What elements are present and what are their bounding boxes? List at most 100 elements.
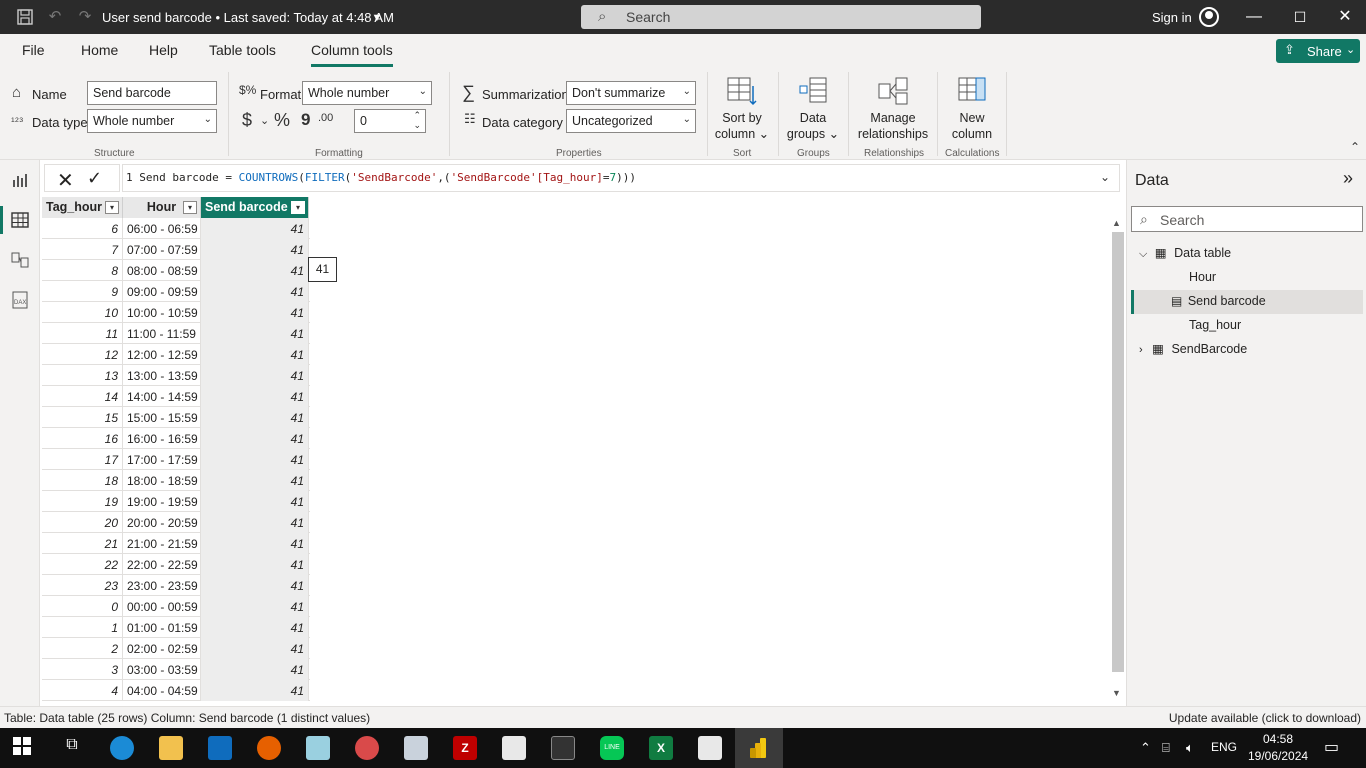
cell-tag-hour[interactable]: 8: [42, 260, 123, 281]
cell-hour[interactable]: 01:00 - 01:59: [123, 617, 201, 638]
cell-hour[interactable]: 17:00 - 17:59: [123, 449, 201, 470]
scroll-down-icon[interactable]: ▼: [1112, 688, 1121, 698]
cell-hour[interactable]: 06:00 - 06:59: [123, 218, 201, 239]
cell-hour[interactable]: 12:00 - 12:59: [123, 344, 201, 365]
cell-hour[interactable]: 09:00 - 09:59: [123, 281, 201, 302]
cell-send-barcode[interactable]: 41: [201, 218, 309, 239]
cell-send-barcode[interactable]: 41: [201, 533, 309, 554]
data-type-select[interactable]: Whole number ⌄: [87, 109, 217, 133]
cell-hour[interactable]: 07:00 - 07:59: [123, 239, 201, 260]
table-row[interactable]: 6 06:00 - 06:59 41: [42, 218, 310, 239]
cell-tag-hour[interactable]: 20: [42, 512, 123, 533]
maximize-icon[interactable]: ☐: [1290, 7, 1310, 27]
power-bi-icon[interactable]: [747, 736, 771, 760]
table-row[interactable]: 21 21:00 - 21:59 41: [42, 533, 310, 554]
table-row[interactable]: 23 23:00 - 23:59 41: [42, 575, 310, 596]
excel-icon[interactable]: X: [649, 736, 673, 760]
cell-hour[interactable]: 11:00 - 11:59: [123, 323, 201, 344]
decimals-stepper[interactable]: 0 ⌃ ⌄: [354, 109, 426, 133]
chevron-right-icon[interactable]: ›: [1139, 344, 1143, 356]
filter-dropdown-icon[interactable]: ▾: [105, 201, 119, 214]
cell-tag-hour[interactable]: 7: [42, 239, 123, 260]
table-row[interactable]: 20 20:00 - 20:59 41: [42, 512, 310, 533]
chevron-down-icon[interactable]: ⌵: [1139, 248, 1147, 260]
cell-hour[interactable]: 13:00 - 13:59: [123, 365, 201, 386]
cell-tag-hour[interactable]: 22: [42, 554, 123, 575]
cell-send-barcode[interactable]: 41: [201, 428, 309, 449]
cell-tag-hour[interactable]: 10: [42, 302, 123, 323]
cell-tag-hour[interactable]: 6: [42, 218, 123, 239]
table-view-icon[interactable]: [10, 210, 30, 230]
table-row[interactable]: 17 17:00 - 17:59 41: [42, 449, 310, 470]
comma-style-button[interactable]: 9: [301, 110, 310, 130]
cell-hour[interactable]: 08:00 - 08:59: [123, 260, 201, 281]
cell-hour[interactable]: 22:00 - 22:59: [123, 554, 201, 575]
app-icon[interactable]: [306, 736, 330, 760]
table-row[interactable]: 13 13:00 - 13:59 41: [42, 365, 310, 386]
table-row[interactable]: 11 11:00 - 11:59 41: [42, 323, 310, 344]
cell-send-barcode[interactable]: 41: [201, 239, 309, 260]
file-explorer-icon[interactable]: [159, 736, 183, 760]
vertical-scrollbar[interactable]: ▲ ▼: [1110, 218, 1126, 704]
column-header-send-barcode[interactable]: Send barcode ▾: [201, 197, 309, 218]
cell-hour[interactable]: 16:00 - 16:59: [123, 428, 201, 449]
cell-tag-hour[interactable]: 15: [42, 407, 123, 428]
cell-tag-hour[interactable]: 11: [42, 323, 123, 344]
expand-formula-icon[interactable]: ⌄: [1100, 170, 1110, 184]
cell-send-barcode[interactable]: 41: [201, 302, 309, 323]
table-row[interactable]: 4 04:00 - 04:59 41: [42, 680, 310, 701]
show-hidden-icons-icon[interactable]: ⌃: [1140, 740, 1151, 756]
cancel-formula-icon[interactable]: ✕: [57, 168, 74, 193]
cell-tag-hour[interactable]: 21: [42, 533, 123, 554]
window-title[interactable]: User send barcode • Last saved: Today at…: [102, 10, 394, 25]
close-icon[interactable]: ✕: [1335, 7, 1355, 27]
cell-hour[interactable]: 02:00 - 02:59: [123, 638, 201, 659]
table-row[interactable]: 3 03:00 - 03:59 41: [42, 659, 310, 680]
cell-tag-hour[interactable]: 19: [42, 491, 123, 512]
cell-send-barcode[interactable]: 41: [201, 407, 309, 428]
redo-icon[interactable]: ↷: [76, 8, 94, 26]
cell-tag-hour[interactable]: 17: [42, 449, 123, 470]
update-available-link[interactable]: Update available (click to download): [1169, 711, 1361, 725]
language-indicator[interactable]: ENG: [1211, 740, 1237, 754]
cell-tag-hour[interactable]: 18: [42, 470, 123, 491]
new-column-button[interactable]: New column: [942, 76, 1002, 142]
cell-tag-hour[interactable]: 13: [42, 365, 123, 386]
cell-send-barcode[interactable]: 41: [201, 512, 309, 533]
cell-send-barcode[interactable]: 41: [201, 260, 309, 281]
cell-tag-hour[interactable]: 0: [42, 596, 123, 617]
table-row[interactable]: 1 01:00 - 01:59 41: [42, 617, 310, 638]
table-row[interactable]: 9 09:00 - 09:59 41: [42, 281, 310, 302]
cell-hour[interactable]: 21:00 - 21:59: [123, 533, 201, 554]
clock[interactable]: 04:58 19/06/2024: [1248, 731, 1308, 765]
tree-field-send-barcode[interactable]: ▤ Send barcode: [1171, 289, 1266, 313]
tab-table-tools[interactable]: Table tools: [209, 42, 276, 58]
name-field[interactable]: Send barcode: [87, 81, 217, 105]
cell-tag-hour[interactable]: 2: [42, 638, 123, 659]
commit-formula-icon[interactable]: ✓: [87, 168, 102, 189]
table-row[interactable]: 19 19:00 - 19:59 41: [42, 491, 310, 512]
cell-tag-hour[interactable]: 3: [42, 659, 123, 680]
filter-dropdown-icon[interactable]: ▾: [291, 201, 305, 214]
cell-send-barcode[interactable]: 41: [201, 386, 309, 407]
network-icon[interactable]: ⌸: [1162, 740, 1170, 756]
cell-hour[interactable]: 15:00 - 15:59: [123, 407, 201, 428]
cell-tag-hour[interactable]: 16: [42, 428, 123, 449]
cell-tag-hour[interactable]: 14: [42, 386, 123, 407]
percent-button[interactable]: %: [274, 110, 290, 131]
cell-hour[interactable]: 04:00 - 04:59: [123, 680, 201, 701]
chevron-down-icon[interactable]: ⌄: [260, 114, 269, 127]
filezilla-icon[interactable]: Z: [453, 736, 477, 760]
report-view-icon[interactable]: [10, 170, 30, 190]
terminal-icon[interactable]: [551, 736, 575, 760]
filter-dropdown-icon[interactable]: ▾: [183, 201, 197, 214]
cell-hour[interactable]: 03:00 - 03:59: [123, 659, 201, 680]
cell-send-barcode[interactable]: 41: [201, 449, 309, 470]
monitor-app-icon[interactable]: [404, 736, 428, 760]
table-row[interactable]: 0 00:00 - 00:59 41: [42, 596, 310, 617]
tab-column-tools[interactable]: Column tools: [311, 42, 393, 67]
edge-icon[interactable]: [110, 736, 134, 760]
tab-file[interactable]: File: [22, 42, 45, 58]
cell-hour[interactable]: 00:00 - 00:59: [123, 596, 201, 617]
table-row[interactable]: 12 12:00 - 12:59 41: [42, 344, 310, 365]
